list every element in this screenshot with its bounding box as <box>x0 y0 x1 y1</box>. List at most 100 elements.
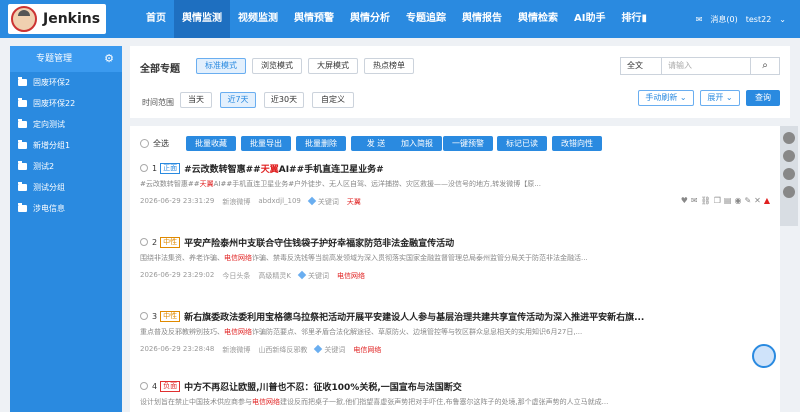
mark-read-button[interactable]: 标记已读 <box>497 136 547 151</box>
summary-text: 建设反而把桌子一掀,他们指望喜虚张声势把对手吓住,布鲁塞尔这阵子的处境,那个虚张… <box>280 398 609 406</box>
nav-item-topic[interactable]: 专题追踪 <box>398 0 454 38</box>
news-title[interactable]: 平安产险泰州中支联合守住钱袋子护好幸福家防范非法金融宣传活动 <box>184 236 454 249</box>
favorite-icon[interactable]: ♥ <box>681 196 688 205</box>
summary-text: 围绕非法集资、养老诈骗、 <box>140 254 224 262</box>
sidebar-title: 专题管理 <box>36 54 73 64</box>
nav-item-ranking[interactable]: 排行▮ <box>613 0 655 38</box>
copy-icon[interactable]: ❐ <box>714 196 721 205</box>
select-all-checkbox[interactable] <box>140 139 149 148</box>
batch-export-button[interactable]: 批量导出 <box>241 136 291 151</box>
headset-icon[interactable] <box>783 168 795 180</box>
summary-text: 诈骗防范要点、邻里矛盾合法化解途径、草原防火、边境管控等与牧区群众息息相关的实用… <box>252 328 583 336</box>
search-icon[interactable]: ⌕ <box>750 57 780 75</box>
nav-item-analysis[interactable]: 舆情分析 <box>342 0 398 38</box>
keyword-icon <box>297 270 307 280</box>
gear-icon[interactable]: ⚙ <box>104 46 114 72</box>
folder-icon <box>18 98 27 107</box>
main-nav: 首页 舆情监测 视频监测 舆情预警 舆情分析 专题追踪 舆情报告 舆情检索 AI… <box>138 0 655 38</box>
folder-icon <box>18 119 27 128</box>
item-checkbox[interactable] <box>140 312 148 320</box>
news-header: 4 负面 中方不再忍让欧盟,川普也不忍：征收100%关税,一国宣布与法国断交 <box>140 380 462 393</box>
news-meta: 2026-06-29 23:28:48 新浪微博 山西新绛反邪教 关键词 电信网… <box>140 344 381 355</box>
phone-icon[interactable] <box>783 132 795 144</box>
sidebar-item[interactable]: 涉电信息 <box>10 198 122 219</box>
sidebar-item[interactable]: 定向测试 <box>10 114 122 135</box>
news-keyword: 天翼 <box>346 198 361 206</box>
search-input[interactable]: 请输入 <box>662 57 762 75</box>
user-menu[interactable]: test22 <box>746 15 772 24</box>
nav-item-ai[interactable]: AI助手 <box>566 0 613 38</box>
page-title: 全部专题 <box>140 64 180 75</box>
mail-icon[interactable]: ✉ <box>691 196 698 205</box>
message-link[interactable]: 消息(0) <box>710 14 737 25</box>
item-actions: ♥ ✉ ⛓ ❐ ▤ ◉ ✎ ✕ ▲ <box>681 196 770 205</box>
news-author: abdxdjl_109 <box>258 197 301 205</box>
select-all-label: 全选 <box>153 139 169 148</box>
android-icon[interactable] <box>783 186 795 198</box>
news-author: 山西新绛反邪教 <box>258 346 308 354</box>
sidebar-item-label: 定向测试 <box>33 120 65 129</box>
nav-item-search[interactable]: 舆情检索 <box>510 0 566 38</box>
mail-icon[interactable]: ✉ <box>696 15 703 24</box>
sidebar-item[interactable]: 固废环保22 <box>10 93 122 114</box>
item-checkbox[interactable] <box>140 164 148 172</box>
nav-item-monitoring[interactable]: 舆情监测 <box>174 0 230 38</box>
news-summary: 重点普及反邪教辨别技巧、电信网络诈骗防范要点、邻里矛盾合法化解途径、草原防火、边… <box>140 327 640 337</box>
info-icon[interactable] <box>783 150 795 162</box>
delete-icon[interactable]: ✕ <box>754 196 761 205</box>
link-icon[interactable]: ⛓ <box>701 196 711 205</box>
news-title[interactable]: 中方不再忍让欧盟,川普也不忍：征收100%关税,一国宣布与法国断交 <box>184 380 462 393</box>
item-checkbox[interactable] <box>140 382 148 390</box>
change-sentiment-button[interactable]: 改错向性 <box>552 136 602 151</box>
search-scope-select[interactable]: 全文 <box>620 57 662 75</box>
title-highlight: 天翼 <box>260 164 279 175</box>
nav-item-home[interactable]: 首页 <box>138 0 174 38</box>
mode-standard-button[interactable]: 标准模式 <box>196 58 246 74</box>
sentiment-tag: 中性 <box>160 236 181 248</box>
chevron-down-icon[interactable]: ⌄ <box>779 15 786 24</box>
batch-delete-button[interactable]: 批量删除 <box>296 136 346 151</box>
sidebar-item[interactable]: 固废环保2 <box>10 72 122 93</box>
add-brief-button[interactable]: 加入简报 <box>392 136 442 151</box>
summary-highlight: 天翼 <box>199 180 214 188</box>
mode-hot-button[interactable]: 热点榜单 <box>364 58 414 74</box>
nav-item-report[interactable]: 舆情报告 <box>454 0 510 38</box>
keyword-label: 关键词 <box>307 196 339 207</box>
warning-icon[interactable]: ▲ <box>764 196 770 205</box>
news-date: 2026-06-29 23:31:29 <box>140 197 215 205</box>
keyword-icon <box>307 196 317 206</box>
sidebar-item-label: 测试分组 <box>33 183 65 192</box>
sidebar-item[interactable]: 测试2 <box>10 156 122 177</box>
assistant-robot-icon[interactable] <box>752 344 776 368</box>
manual-refresh-dropdown[interactable]: 手动刷新 ⌄ <box>638 90 694 106</box>
range-today-button[interactable]: 当天 <box>180 92 212 108</box>
sidebar-header: 专题管理 ⚙ <box>10 46 122 72</box>
news-source: 新浪微博 <box>222 346 251 354</box>
range-30days-button[interactable]: 近30天 <box>264 92 304 108</box>
expand-dropdown[interactable]: 展开 ⌄ <box>700 90 740 106</box>
range-custom-button[interactable]: 自定义 <box>312 92 354 108</box>
news-title[interactable]: #云改数转智惠##天翼AI##手机直连卫星业务# <box>184 162 384 175</box>
news-title[interactable]: 新右旗委政法委利用宝格德乌拉祭祀活动开展平安建设人人参与基层治理共建共享宣传活动… <box>184 310 644 323</box>
summary-text: 重点普及反邪教辨别技巧、 <box>140 328 224 336</box>
document-icon[interactable]: ▤ <box>724 196 732 205</box>
nav-item-video[interactable]: 视频监测 <box>230 0 286 38</box>
news-meta: 2026-06-29 23:29:02 今日头条 高级精灵K 关键词 电信网络 <box>140 270 365 281</box>
item-index: 4 <box>152 381 158 391</box>
summary-highlight: 电信网络 <box>224 328 252 336</box>
nav-item-alert[interactable]: 舆情预警 <box>286 0 342 38</box>
folder-icon <box>18 203 27 212</box>
sidebar-item-label: 测试2 <box>33 162 55 171</box>
sidebar-item[interactable]: 新增分组1 <box>10 135 122 156</box>
sidebar-item[interactable]: 测试分组 <box>10 177 122 198</box>
brand-logo[interactable]: Jenkins <box>8 4 106 34</box>
mode-bigscreen-button[interactable]: 大屏模式 <box>308 58 358 74</box>
item-checkbox[interactable] <box>140 238 148 246</box>
range-7days-button[interactable]: 近7天 <box>220 92 256 108</box>
batch-favorite-button[interactable]: 批量收藏 <box>186 136 236 151</box>
one-click-alert-button[interactable]: 一键预警 <box>443 136 493 151</box>
edit-icon[interactable]: ✎ <box>744 196 751 205</box>
eye-icon[interactable]: ◉ <box>734 196 741 205</box>
mode-browse-button[interactable]: 浏览模式 <box>252 58 302 74</box>
query-button[interactable]: 查询 <box>746 90 780 106</box>
